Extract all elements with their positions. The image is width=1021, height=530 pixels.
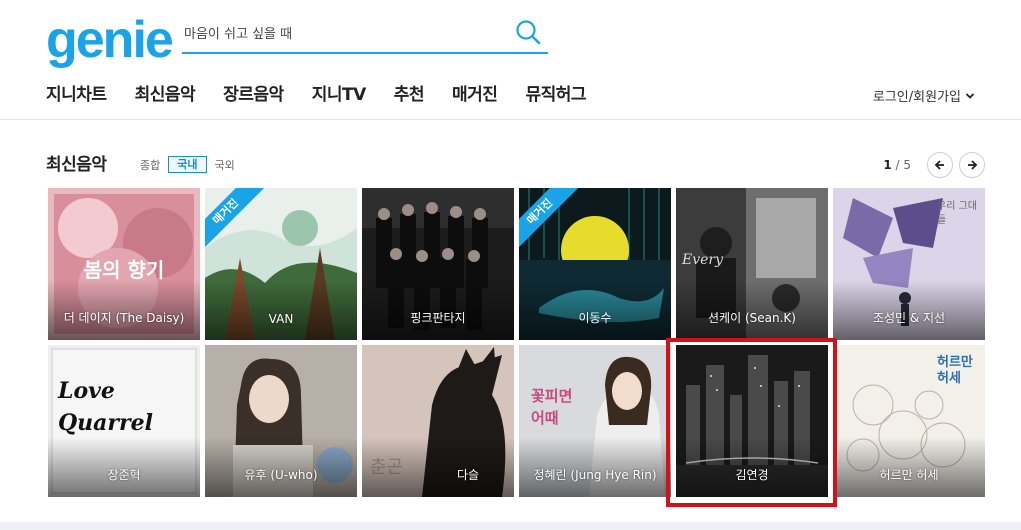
section-title: 최신음악 (46, 155, 107, 175)
next-page-button[interactable] (959, 152, 985, 178)
cover-text: 우리 그대들 (937, 201, 977, 226)
genie-logo[interactable]: genie (46, 10, 174, 70)
album-tile[interactable]: 허르만 허세 허르만 허세 (833, 345, 985, 497)
album-artist: 정혜린 (Jung Hye Rin) (533, 468, 657, 482)
album-tile[interactable]: 춘곤 다슬 (362, 345, 514, 497)
album-artist: 유후 (U-who) (244, 468, 318, 482)
nav-item-magazine[interactable]: 매거진 (452, 82, 498, 108)
cover-text: Love Quarrel (58, 378, 153, 436)
nav-item-chart[interactable]: 지니차트 (46, 82, 107, 108)
album-artist: 이동수 (578, 311, 612, 325)
site-header: genie 지니차트 최신음악 장르음악 지니TV 추천 매거진 뮤직허그 로그… (0, 0, 1021, 120)
album-tile[interactable]: 핑크판타지 (362, 188, 514, 340)
nav-item-genre[interactable]: 장르음악 (223, 82, 284, 108)
album-artist: 션케이 (Sean.K) (708, 311, 796, 325)
album-tile[interactable]: 봄의 향기 더 데이지 (The Daisy) (48, 188, 200, 340)
search-input[interactable] (184, 22, 504, 46)
album-artist: 조성민 & 지선 (872, 311, 946, 325)
cover-text: 봄의 향기 (83, 258, 165, 282)
album-artist: 허르만 허세 (879, 468, 939, 482)
cover-text: Every (682, 252, 724, 268)
main-nav: 지니차트 최신음악 장르음악 지니TV 추천 매거진 뮤직허그 (46, 82, 614, 108)
search-bar (182, 14, 548, 54)
filter-overseas[interactable]: 국외 (215, 157, 235, 173)
prev-page-button[interactable] (927, 152, 953, 178)
region-filter: 종합 국내 국외 (140, 156, 243, 173)
login-link[interactable]: 로그인/회원가입 (873, 86, 975, 105)
album-tile[interactable]: 우리 그대들 조성민 & 지선 (833, 188, 985, 340)
album-artist: 더 데이지 (The Daisy) (63, 311, 185, 325)
nav-item-recommend[interactable]: 추천 (394, 82, 425, 108)
album-artist: 다슬 (456, 468, 480, 482)
album-artist: 장준혁 (107, 468, 141, 482)
selection-highlight (666, 338, 837, 507)
tile-shade (205, 280, 357, 340)
album-grid: 봄의 향기 더 데이지 (The Daisy) 매거진 VAN 핑크판타지 매거… (48, 188, 986, 498)
pager: 1 / 5 (883, 152, 985, 178)
arrow-right-icon (968, 160, 978, 170)
album-tile[interactable]: Every 션케이 (Sean.K) (676, 188, 828, 340)
album-artist: VAN (268, 312, 294, 326)
arrow-left-icon (934, 160, 944, 170)
nav-item-new-music[interactable]: 최신음악 (135, 82, 196, 108)
page-indicator: 1 / 5 (883, 158, 911, 172)
search-icon[interactable] (514, 18, 542, 46)
chevron-down-icon (965, 92, 975, 99)
album-tile[interactable]: 매거진 이동수 (519, 188, 671, 340)
cover-text: 꽃피면 어때 (531, 387, 573, 427)
album-tile[interactable]: 꽃피면 어때 정혜린 (Jung Hye Rin) (519, 345, 671, 497)
nav-item-music-hug[interactable]: 뮤직허그 (525, 82, 586, 108)
album-tile[interactable]: 매거진 VAN (205, 188, 357, 340)
album-artist: 핑크판타지 (410, 311, 466, 325)
filter-domestic[interactable]: 국내 (168, 156, 207, 173)
cover-text: 허르만 허세 (937, 355, 973, 386)
nav-item-genie-tv[interactable]: 지니TV (312, 82, 367, 108)
login-label: 로그인/회원가입 (872, 90, 961, 105)
album-tile[interactable]: 유후 (U-who) (205, 345, 357, 497)
filter-all[interactable]: 종합 (140, 157, 160, 173)
footer-strip (0, 522, 1021, 530)
album-tile[interactable]: Love Quarrel 장준혁 (48, 345, 200, 497)
